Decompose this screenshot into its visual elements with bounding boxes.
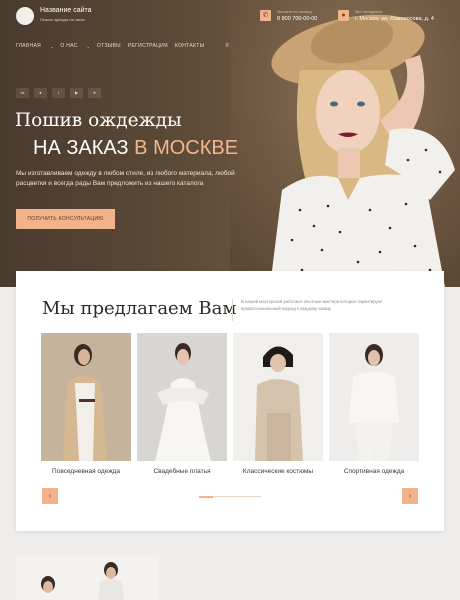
telegram-icon[interactable]: ➤ — [88, 88, 101, 98]
site-title[interactable]: Название сайта — [40, 7, 92, 14]
youtube-icon[interactable]: ▶ — [70, 88, 83, 98]
chevron-right-icon[interactable]: › — [402, 488, 418, 504]
slider-indicator — [199, 495, 213, 498]
about-photo — [16, 556, 159, 600]
product-name[interactable]: Спортивная одежда — [329, 468, 419, 475]
about-photo-image — [16, 556, 159, 600]
social-links: vk ● f ▶ ➤ — [16, 88, 101, 98]
vk-icon[interactable]: vk — [16, 88, 29, 98]
chevron-down-icon[interactable]: ⌄ — [87, 44, 90, 49]
divider — [232, 299, 233, 321]
nav-item-registration[interactable]: РЕГИСТРАЦИЯ — [128, 43, 168, 49]
product-name[interactable]: Повседневная одежда — [41, 468, 131, 475]
nav-item-contacts[interactable]: КОНТАКТЫ — [175, 43, 204, 49]
product-card[interactable]: Классические костюмы — [233, 333, 323, 475]
offer-title: Мы предлагаем Вам — [42, 298, 237, 319]
address-label: Мы находимся — [355, 9, 383, 14]
map-pin-icon: ● — [338, 10, 349, 21]
product-name[interactable]: Свадебные платья — [137, 468, 227, 475]
chevron-left-icon[interactable]: ‹ — [42, 488, 58, 504]
product-card[interactable]: Свадебные платья — [137, 333, 227, 475]
product-image-wedding[interactable] — [137, 333, 227, 461]
twitter-icon[interactable]: ● — [34, 88, 47, 98]
phone-number[interactable]: 8 800 700-00-00 — [277, 16, 317, 22]
hero-description: Мы изготавливаем одежду в любом стиле, и… — [16, 170, 235, 187]
main-nav: ГЛАВНАЯ ⌄ О НАС ⌄ ОТЗЫВЫ РЕГИСТРАЦИЯ КОН… — [16, 42, 229, 50]
hero-title-part-a: НА ЗАКАЗ — [33, 137, 129, 159]
hero-title-part-b: В МОСКВЕ — [134, 137, 239, 159]
hero-title-line1: Пошив ождежды — [15, 110, 182, 131]
nav-item-home[interactable]: ГЛАВНАЯ — [16, 43, 41, 49]
product-image-casual[interactable] — [41, 333, 131, 461]
chevron-down-icon[interactable]: ⌄ — [50, 44, 53, 49]
consultation-button[interactable]: ПОЛУЧИТЬ КОНСУЛЬТАЦИЮ — [16, 209, 115, 229]
offer-description: В нашей мастерской работают опытные маст… — [241, 299, 383, 311]
nav-item-reviews[interactable]: ОТЗЫВЫ — [97, 43, 121, 49]
product-name[interactable]: Классические костюмы — [233, 468, 323, 475]
offer-section: Мы предлагаем Вам В нашей мастерской раб… — [16, 271, 444, 531]
phone-label: Звоните по номеру — [277, 9, 313, 14]
product-card[interactable]: Повседневная одежда — [41, 333, 131, 475]
site-logo[interactable] — [16, 7, 34, 25]
hero-title-line2: НА ЗАКАЗ В МОСКВЕ — [33, 137, 238, 160]
phone-icon: ✆ — [260, 10, 271, 21]
product-image-classic[interactable] — [233, 333, 323, 461]
product-image-sport[interactable] — [329, 333, 419, 461]
site-subtitle: Пошив одежды на заказ — [40, 17, 85, 22]
facebook-icon[interactable]: f — [52, 88, 65, 98]
hero-model-photo — [230, 0, 460, 287]
address-value: г. Москва, ул. Ломоносова, д. 4 — [355, 16, 434, 22]
hero-section: Название сайта Пошив одежды на заказ ✆ З… — [0, 0, 460, 287]
product-card[interactable]: Спортивная одежда — [329, 333, 419, 475]
hamburger-icon[interactable]: ≡ — [225, 43, 229, 49]
nav-item-about[interactable]: О НАС — [60, 43, 77, 49]
